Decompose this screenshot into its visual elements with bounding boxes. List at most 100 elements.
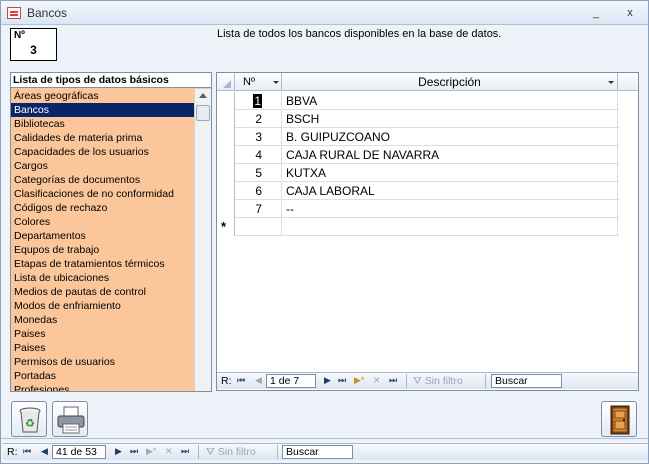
list-item[interactable]: Modos de enfriamiento [11,299,195,313]
list-item[interactable]: Etapas de tratamientos térmicos [11,257,195,271]
list-item[interactable]: Profesiones [11,383,195,391]
cell-num[interactable]: 4 [235,146,282,164]
list-item[interactable]: Paises [11,327,195,341]
scroll-thumb[interactable] [196,105,210,121]
list-item[interactable]: Departamentos [11,229,195,243]
row-selector[interactable] [217,110,235,128]
cell-num[interactable]: 3 [235,128,282,146]
cell-num[interactable]: 5 [235,164,282,182]
row-selector[interactable] [217,146,235,164]
cell-desc[interactable]: CAJA RURAL DE NAVARRA [282,146,618,164]
types-list-header: Lista de tipos de datos básicos [11,73,211,88]
close-button[interactable]: x [621,5,639,21]
list-item[interactable]: Bancos [11,103,195,117]
list-item[interactable]: Calidades de materia prima [11,131,195,145]
new-record-icon[interactable]: ▶* [146,446,156,457]
list-item[interactable]: Categorías de documentos [11,173,195,187]
table-row[interactable]: 2 BSCH [217,110,619,128]
list-item[interactable]: Permisos de usuarios [11,355,195,369]
cell-num-value: 5 [255,166,262,180]
list-item[interactable]: Clasificaciones de no conformidad [11,187,195,201]
recycle-button[interactable]: ♻ [11,401,47,437]
column-header-num[interactable]: Nº [235,73,282,91]
minimize-button[interactable]: _ [587,5,605,21]
list-item[interactable]: Bibliotecas [11,117,195,131]
list-item[interactable]: Códigos de rechazo [11,201,195,215]
scroll-up-icon[interactable] [199,93,207,98]
table-row[interactable]: 3 B. GUIPUZCOANO [217,128,619,146]
cell-desc[interactable]: B. GUIPUZCOANO [282,128,618,146]
types-list[interactable]: Áreas geográficas Bancos Bibliotecas Calida… [11,89,195,391]
row-selector[interactable] [217,164,235,182]
row-selector[interactable] [217,182,235,200]
list-item[interactable]: Colores [11,215,195,229]
list-item[interactable]: Monedas [11,313,195,327]
list-item[interactable]: Medios de pautas de control [11,285,195,299]
types-list-panel: Lista de tipos de datos básicos Áreas ge… [10,72,212,392]
select-all-button[interactable] [217,73,235,91]
chevron-down-icon[interactable] [608,81,614,84]
grid-filter-status[interactable]: ⛛ Sin filtro [413,375,463,388]
form-position-field[interactable]: 41 de 53 [52,445,106,459]
print-button[interactable] [52,401,88,437]
cell-num[interactable]: 1 [235,92,282,110]
cell-desc[interactable]: KUTXA [282,164,618,182]
first-record-icon[interactable]: ⏮ [237,375,245,386]
cell-num-value: 3 [255,130,262,144]
row-selector[interactable] [217,128,235,146]
delete-record-icon[interactable]: ✕ [165,446,173,457]
window-title: Bancos [27,6,68,20]
bancos-window: Bancos _ x Nº 3 Lista de todos los banco… [0,0,649,464]
table-row[interactable]: 6 CAJA LABORAL [217,182,619,200]
cell-num[interactable]: 6 [235,182,282,200]
row-selector[interactable]: * [217,218,235,236]
list-item[interactable]: Capacidades de los usuarios [11,145,195,159]
record-number-box: Nº 3 [10,28,57,61]
prev-record-icon[interactable]: ◀ [255,375,262,386]
list-item[interactable]: Áreas geográficas [11,89,195,103]
cell-num-value: 4 [255,148,262,162]
row-selector[interactable] [217,200,235,218]
table-row[interactable]: 5 KUTXA [217,164,619,182]
new-record-icon[interactable]: ▶* [354,375,364,386]
form-filter-status[interactable]: ⛛ Sin filtro [206,446,256,459]
cell-desc[interactable]: BSCH [282,110,618,128]
grid-search-input[interactable]: Buscar [491,374,562,388]
cell-desc[interactable]: BBVA [282,92,618,110]
delete-record-icon[interactable]: ✕ [373,375,381,386]
list-item[interactable]: Paises [11,341,195,355]
cell-num[interactable] [235,218,282,236]
cell-num-value: 2 [255,112,262,126]
list-item[interactable]: Portadas [11,369,195,383]
cell-desc[interactable]: -- [282,200,618,218]
table-row[interactable]: 1 BBVA [217,92,619,110]
last-new-record-icon[interactable]: ⏭ [181,446,189,457]
row-selector[interactable] [217,92,235,110]
cell-num-value: 6 [255,184,262,198]
last-new-record-icon[interactable]: ⏭ [389,375,397,386]
grid-position-field[interactable]: 1 de 7 [266,374,316,388]
next-record-icon[interactable]: ▶ [324,375,331,386]
column-header-desc[interactable]: Descripción [282,73,618,91]
cell-desc[interactable]: CAJA LABORAL [282,182,618,200]
list-item[interactable]: Equpos de trabajo [11,243,195,257]
next-record-icon[interactable]: ▶ [115,446,122,457]
first-record-icon[interactable]: ⏮ [23,446,31,457]
cell-desc[interactable] [282,218,618,236]
prev-record-icon[interactable]: ◀ [41,446,48,457]
cell-num[interactable]: 7 [235,200,282,218]
form-icon [7,7,21,19]
list-item[interactable]: Lista de ubicaciones [11,271,195,285]
record-number-value[interactable]: 3 [11,43,56,57]
table-row[interactable]: 7 -- [217,200,619,218]
list-item[interactable]: Cargos [11,159,195,173]
form-search-input[interactable]: Buscar [282,445,353,459]
cell-num[interactable]: 2 [235,110,282,128]
last-record-icon[interactable]: ⏭ [338,375,346,386]
new-record-row[interactable]: * [217,218,619,236]
types-list-scrollbar[interactable] [194,89,211,391]
chevron-down-icon[interactable] [273,81,279,84]
last-record-icon[interactable]: ⏭ [130,446,138,457]
exit-button[interactable] [601,401,637,437]
table-row[interactable]: 4 CAJA RURAL DE NAVARRA [217,146,619,164]
